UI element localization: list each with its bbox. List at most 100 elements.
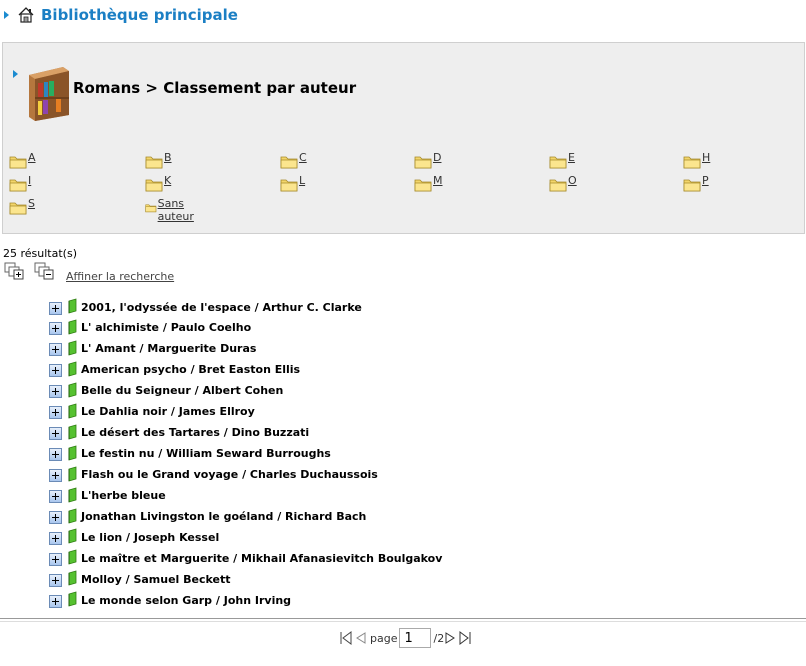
last-page-icon[interactable]: [458, 631, 472, 645]
expand-icon[interactable]: [49, 511, 62, 524]
result-row: 2001, l'odyssée de l'espace / Arthur C. …: [49, 298, 362, 316]
result-row: Molloy / Samuel Beckett: [49, 570, 231, 588]
result-row: Le monde selon Garp / John Irving: [49, 591, 291, 609]
result-title[interactable]: Le maître et Marguerite / Mikhail Afanas…: [81, 552, 442, 565]
folder-item[interactable]: H: [683, 151, 710, 169]
triangle-icon: [4, 11, 9, 19]
first-page-icon[interactable]: [339, 631, 353, 645]
result-row: L' alchimiste / Paulo Coelho: [49, 319, 251, 337]
expand-icon[interactable]: [49, 301, 62, 315]
result-title[interactable]: Belle du Seigneur / Albert Cohen: [81, 384, 283, 397]
expand-all-icon[interactable]: [4, 262, 26, 280]
header: Bibliothèque principale: [4, 4, 238, 26]
result-row: Le désert des Tartares / Dino Buzzati: [49, 424, 309, 442]
folder-link[interactable]: L: [299, 174, 305, 187]
folder-item[interactable]: I: [9, 174, 31, 192]
page-input[interactable]: [399, 628, 432, 648]
expand-icon[interactable]: [49, 490, 62, 504]
folder-item[interactable]: D: [414, 151, 441, 169]
result-title[interactable]: Jonathan Livingston le goéland / Richard…: [81, 510, 366, 523]
folder-item[interactable]: B: [145, 151, 172, 169]
result-row: Flash ou le Grand voyage / Charles Ducha…: [49, 466, 378, 484]
result-title[interactable]: Le désert des Tartares / Dino Buzzati: [81, 426, 309, 439]
collapse-all-icon[interactable]: [34, 262, 56, 280]
expand-icon[interactable]: [49, 469, 62, 483]
expand-icon[interactable]: [49, 343, 62, 357]
folder-link[interactable]: I: [28, 174, 31, 187]
book-icon: [68, 424, 77, 440]
result-title[interactable]: L'herbe bleue: [81, 489, 166, 502]
result-title[interactable]: Flash ou le Grand voyage / Charles Ducha…: [81, 468, 378, 481]
result-title[interactable]: Le festin nu / William Seward Burroughs: [81, 447, 331, 460]
previous-page-icon[interactable]: [353, 631, 367, 645]
expand-collapse-controls: [4, 262, 64, 280]
folder-link[interactable]: P: [702, 174, 709, 187]
expand-icon[interactable]: [49, 385, 62, 399]
folder-item[interactable]: A: [9, 151, 36, 169]
results-count: 25 résultat(s): [3, 247, 77, 260]
folder-icon: [9, 179, 27, 192]
folder-icon: [145, 156, 163, 169]
folder-link[interactable]: M: [433, 174, 443, 187]
folder-link[interactable]: D: [433, 151, 441, 164]
result-title[interactable]: Le lion / Joseph Kessel: [81, 531, 219, 544]
result-title[interactable]: Le Dahlia noir / James Ellroy: [81, 405, 255, 418]
divider: [0, 618, 806, 619]
folder-icon: [280, 179, 298, 192]
page-label: page: [370, 631, 398, 645]
result-title[interactable]: L' alchimiste / Paulo Coelho: [81, 321, 251, 334]
result-row: American psycho / Bret Easton Ellis: [49, 361, 300, 379]
folder-icon: [9, 202, 27, 215]
folder-link[interactable]: O: [568, 174, 577, 187]
folder-link[interactable]: Sans auteur: [158, 197, 201, 223]
folder-icon: [549, 156, 567, 169]
folder-link[interactable]: H: [702, 151, 710, 164]
folder-link[interactable]: K: [164, 174, 171, 187]
result-title[interactable]: Le monde selon Garp / John Irving: [81, 594, 291, 607]
folder-item[interactable]: P: [683, 174, 709, 192]
expand-icon[interactable]: [49, 406, 62, 420]
book-icon: [68, 319, 77, 335]
folder-item[interactable]: L: [280, 174, 305, 192]
library-title-link[interactable]: Bibliothèque principale: [41, 6, 238, 24]
home-icon[interactable]: [17, 6, 35, 24]
result-title[interactable]: 2001, l'odyssée de l'espace / Arthur C. …: [81, 301, 362, 314]
folder-item[interactable]: M: [414, 174, 443, 192]
folder-link[interactable]: E: [568, 151, 575, 164]
refine-search-link[interactable]: Affiner la recherche: [66, 270, 174, 283]
book-icon: [68, 466, 77, 482]
folder-link[interactable]: S: [28, 197, 35, 210]
folder-icon: [145, 179, 163, 192]
folder-icon: [280, 156, 298, 169]
folder-item[interactable]: E: [549, 151, 575, 169]
page-total: /2: [433, 631, 445, 645]
pagination: page /2: [339, 628, 472, 648]
folder-link[interactable]: A: [28, 151, 36, 164]
folder-link[interactable]: C: [299, 151, 307, 164]
folder-item[interactable]: C: [280, 151, 307, 169]
expand-icon[interactable]: [49, 448, 62, 462]
folder-item[interactable]: K: [145, 174, 171, 192]
result-row: Le festin nu / William Seward Burroughs: [49, 445, 331, 463]
result-title[interactable]: L' Amant / Marguerite Duras: [81, 342, 256, 355]
folder-item[interactable]: Sans auteur: [145, 197, 200, 223]
book-icon: [68, 340, 77, 356]
next-page-icon[interactable]: [444, 631, 458, 645]
book-icon: [68, 403, 77, 419]
folder-item[interactable]: O: [549, 174, 577, 192]
expand-icon[interactable]: [49, 427, 62, 441]
folder-item[interactable]: S: [9, 197, 35, 215]
book-icon: [68, 382, 77, 398]
expand-icon[interactable]: [49, 594, 62, 608]
expand-icon[interactable]: [49, 364, 62, 378]
book-icon: [68, 570, 77, 586]
expand-icon[interactable]: [49, 552, 62, 566]
result-title[interactable]: Molloy / Samuel Beckett: [81, 573, 231, 586]
folder-icon: [549, 179, 567, 192]
result-title[interactable]: American psycho / Bret Easton Ellis: [81, 363, 300, 376]
folder-link[interactable]: B: [164, 151, 172, 164]
expand-icon[interactable]: [49, 531, 62, 545]
triangle-icon: [13, 70, 18, 78]
expand-icon[interactable]: [49, 322, 62, 336]
expand-icon[interactable]: [49, 573, 62, 587]
